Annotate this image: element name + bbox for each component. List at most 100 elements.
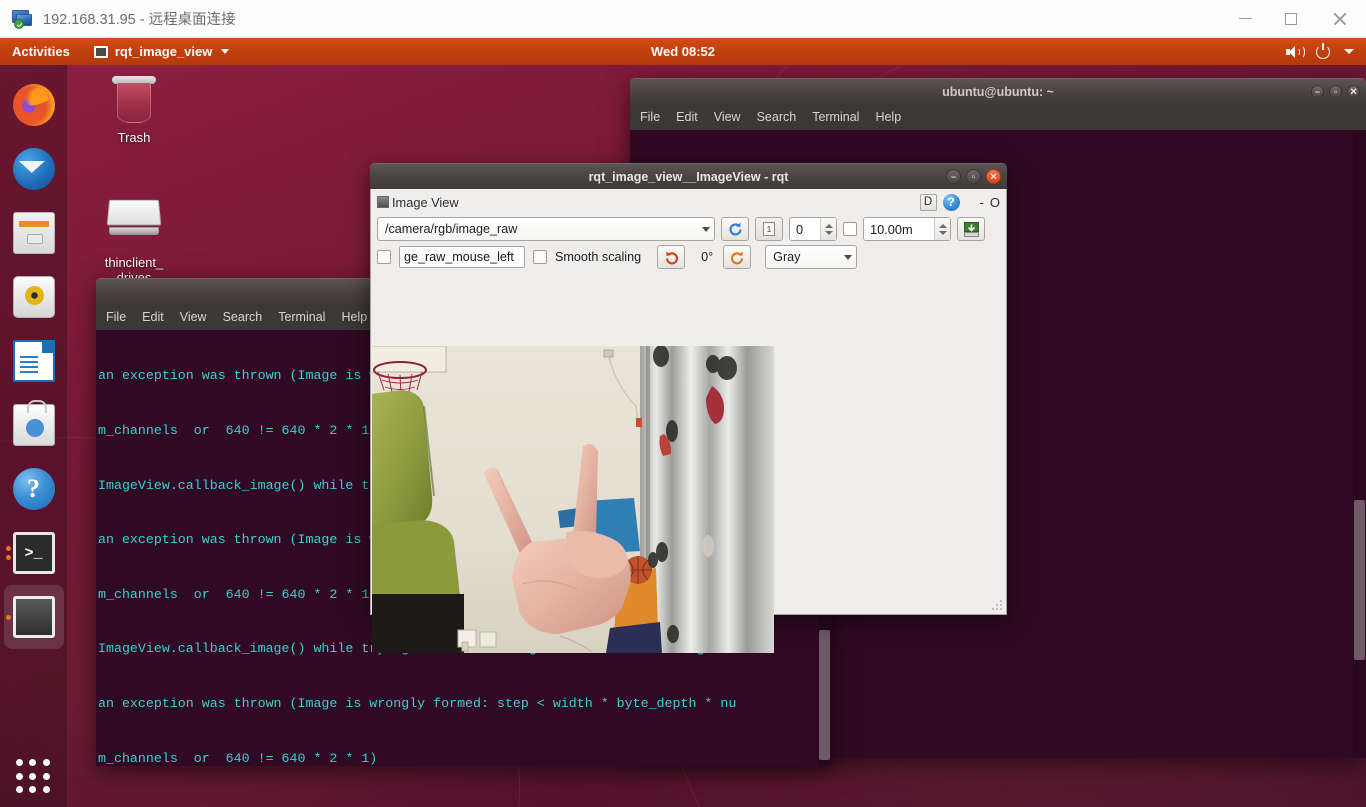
save-image-button[interactable]	[957, 217, 985, 241]
scrollbar-thumb[interactable]	[1354, 500, 1365, 660]
menu-edit[interactable]: Edit	[676, 110, 698, 124]
dock-button[interactable]: D	[919, 193, 937, 211]
running-indicator	[5, 614, 11, 620]
show-applications-button[interactable]	[15, 759, 52, 795]
menu-edit[interactable]: Edit	[142, 310, 164, 324]
rotation-value: 0°	[701, 250, 714, 264]
rotate-clockwise-icon	[730, 251, 743, 264]
spinbox-arrows[interactable]	[934, 218, 950, 240]
rqt-window-title: rqt_image_view__ImageView - rqt	[588, 169, 789, 184]
max-range-value: 10.00m	[870, 221, 913, 237]
save-image-icon	[963, 221, 979, 237]
dock-item-terminal[interactable]: >_	[4, 521, 64, 585]
dock-item-firefox[interactable]	[4, 73, 64, 137]
panel-close-button[interactable]: O	[990, 195, 1000, 210]
help-icon: ?	[12, 468, 55, 510]
dock-item-software[interactable]	[4, 393, 64, 457]
maximize-button[interactable]: ▫	[966, 169, 981, 184]
clock[interactable]: Wed 08:52	[0, 44, 1366, 59]
firefox-icon	[12, 84, 55, 126]
dock-item-files[interactable]	[4, 201, 64, 265]
menu-help[interactable]: Help	[341, 310, 367, 324]
topic-combo-value: /camera/rgb/image_raw	[385, 222, 518, 236]
max-range-checkbox[interactable]	[843, 222, 857, 236]
rotate-counterclockwise-icon	[665, 251, 678, 264]
menu-search[interactable]: Search	[223, 310, 263, 324]
chevron-down-icon	[844, 254, 853, 260]
window-resize-grip[interactable]	[992, 600, 1004, 612]
rdp-client-titlebar: 192.168.31.95 - 远程桌面连接	[0, 0, 1366, 38]
rqt-image-view-window[interactable]: rqt_image_view__ImageView - rqt – ▫ ✕ Im…	[370, 163, 1007, 653]
terminal-icon: >_	[12, 532, 55, 574]
rotate-clockwise-button[interactable]	[723, 245, 752, 269]
ubuntu-dock: ? >_	[0, 65, 68, 807]
dock-item-thunderbird[interactable]	[4, 137, 64, 201]
terminal-background-scrollbar[interactable]	[1353, 130, 1366, 758]
rdp-window-controls	[1222, 0, 1366, 37]
power-icon[interactable]	[1316, 42, 1330, 59]
maximize-button[interactable]: ▫	[1329, 85, 1342, 98]
max-range-spinbox[interactable]: 10.00m	[863, 217, 951, 241]
software-icon	[12, 400, 55, 446]
smooth-scaling-label: Smooth scaling	[555, 250, 642, 264]
image-view-toolbar-row-1: /camera/rgb/image_raw 1 0 10.00m	[371, 215, 1006, 243]
menu-search[interactable]: Search	[757, 110, 797, 124]
running-indicator	[5, 555, 11, 560]
panel-minimize-button[interactable]: -	[980, 195, 984, 210]
remote-desktop-icon	[11, 8, 33, 30]
dock-item-rqt[interactable]	[3, 585, 64, 649]
help-icon[interactable]: ?	[942, 193, 960, 211]
rotate-counterclockwise-button[interactable]	[657, 245, 686, 269]
dock-item-libreoffice-writer[interactable]	[4, 329, 64, 393]
rdp-window-title: 192.168.31.95 - 远程桌面连接	[43, 12, 236, 28]
image-view-toolbar-row-2: ge_raw_mouse_left Smooth scaling 0° Gray	[371, 243, 1006, 271]
desktop-icon-trash[interactable]: Trash	[88, 76, 180, 145]
trash-icon	[111, 76, 157, 126]
minimize-button[interactable]: –	[946, 169, 961, 184]
rqt-titlebar: rqt_image_view__ImageView - rqt – ▫ ✕	[370, 163, 1007, 189]
desktop-icon-label: Trash	[117, 130, 151, 145]
menu-file[interactable]: File	[106, 310, 126, 324]
panel-grip-icon	[377, 196, 389, 208]
terminal-background-title: ubuntu@ubuntu: ~	[942, 84, 1054, 99]
terminal-line: m_channels or 640 != 640 * 2 * 1)	[98, 750, 378, 766]
publish-mouse-clicks-checkbox[interactable]	[377, 250, 391, 264]
rqt-icon	[12, 596, 55, 638]
rhythmbox-icon	[12, 276, 55, 318]
rqt-window-controls: – ▫ ✕	[946, 164, 1001, 189]
menu-help[interactable]: Help	[875, 110, 901, 124]
menu-file[interactable]: File	[640, 110, 660, 124]
camera-frame-image	[372, 346, 774, 653]
volume-icon[interactable]	[1286, 44, 1305, 59]
mouse-click-topic-input[interactable]: ge_raw_mouse_left	[399, 246, 525, 268]
rdp-close-button[interactable]	[1314, 0, 1366, 37]
colormap-combo[interactable]: Gray	[765, 245, 858, 269]
running-indicator	[5, 546, 11, 551]
rdp-minimize-button[interactable]	[1222, 0, 1268, 37]
menu-view[interactable]: View	[714, 110, 741, 124]
dock-item-rhythmbox[interactable]	[4, 265, 64, 329]
remote-desktop-canvas: Trash thinclient_ drives ubuntu@ubuntu: …	[0, 38, 1366, 807]
menu-terminal[interactable]: Terminal	[812, 110, 859, 124]
image-view-canvas[interactable]	[372, 346, 774, 653]
scrollbar-thumb[interactable]	[819, 630, 830, 760]
freeze-frame-button[interactable]: 1	[755, 217, 783, 241]
minimize-button[interactable]: –	[1311, 85, 1324, 98]
refresh-topics-button[interactable]	[721, 217, 749, 241]
menu-terminal[interactable]: Terminal	[278, 310, 325, 324]
smooth-scaling-checkbox[interactable]	[533, 250, 547, 264]
menu-view[interactable]: View	[180, 310, 207, 324]
frame-index-spinbox[interactable]: 0	[789, 217, 837, 241]
terminal-background-menubar: File Edit View Search Terminal Help	[630, 104, 1366, 130]
panel-header-actions: D ? - O	[919, 193, 1000, 211]
close-button[interactable]: ✕	[986, 169, 1001, 184]
rdp-maximize-button[interactable]	[1268, 0, 1314, 37]
topic-combo[interactable]: /camera/rgb/image_raw	[377, 217, 715, 241]
terminal-background-window-controls: – ▫ ✕	[1311, 79, 1360, 104]
spinbox-arrows[interactable]	[820, 218, 836, 240]
gnome-top-bar: Activities rqt_image_view Wed 08:52	[0, 38, 1366, 65]
thunderbird-icon	[12, 148, 55, 190]
chevron-down-icon	[702, 226, 710, 232]
dock-item-help[interactable]: ?	[4, 457, 64, 521]
close-button[interactable]: ✕	[1347, 85, 1360, 98]
